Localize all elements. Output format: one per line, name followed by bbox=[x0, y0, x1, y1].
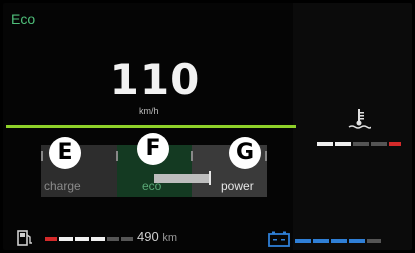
fuel-segment bbox=[75, 237, 89, 241]
range-value: 490 bbox=[137, 229, 159, 244]
fuel-warning-segment bbox=[45, 237, 57, 241]
gauge-tick bbox=[41, 151, 43, 161]
fuel-segment bbox=[121, 237, 133, 241]
drive-mode-label: Eco bbox=[11, 11, 36, 27]
power-gauge: E F G charge eco power bbox=[41, 133, 267, 197]
gauge-tick bbox=[191, 151, 193, 161]
battery-segment bbox=[349, 239, 365, 243]
badge-f: F bbox=[137, 133, 169, 165]
badge-e: E bbox=[49, 137, 81, 169]
eco-level-marker bbox=[209, 171, 211, 185]
gauge-tick bbox=[265, 151, 267, 161]
charge-label: charge bbox=[44, 179, 81, 193]
fuel-segment bbox=[107, 237, 119, 241]
coolant-segment bbox=[371, 142, 387, 146]
coolant-segment bbox=[335, 142, 351, 146]
fuel-segment bbox=[59, 237, 73, 241]
speed-unit: km/h bbox=[139, 106, 159, 116]
eco-level-bar bbox=[154, 174, 210, 183]
range-unit: km bbox=[162, 232, 177, 244]
fuel-segment bbox=[91, 237, 105, 241]
battery-segment bbox=[367, 239, 381, 243]
battery-segment bbox=[331, 239, 347, 243]
coolant-segment bbox=[317, 142, 333, 146]
fuel-range: 490 km bbox=[137, 229, 177, 244]
fuel-gauge bbox=[45, 237, 135, 243]
battery-segment bbox=[313, 239, 329, 243]
coolant-temperature-icon bbox=[348, 109, 371, 129]
coolant-segment bbox=[353, 142, 369, 146]
battery-icon bbox=[268, 231, 290, 247]
battery-segment bbox=[295, 239, 311, 243]
instrument-cluster-screen: Eco 110 km/h E F G charge eco power 490 … bbox=[3, 3, 412, 250]
badge-g: G bbox=[229, 137, 261, 169]
power-label: power bbox=[221, 179, 254, 193]
fuel-pump-icon bbox=[17, 230, 32, 246]
gauge-tick bbox=[116, 151, 118, 161]
separator-line bbox=[6, 125, 296, 128]
coolant-warning-segment bbox=[389, 142, 401, 146]
coolant-gauge bbox=[317, 142, 407, 148]
dashboard-frame: Eco 110 km/h E F G charge eco power 490 … bbox=[0, 0, 415, 253]
speed-readout: 110 bbox=[109, 55, 201, 104]
battery-gauge bbox=[295, 239, 385, 245]
